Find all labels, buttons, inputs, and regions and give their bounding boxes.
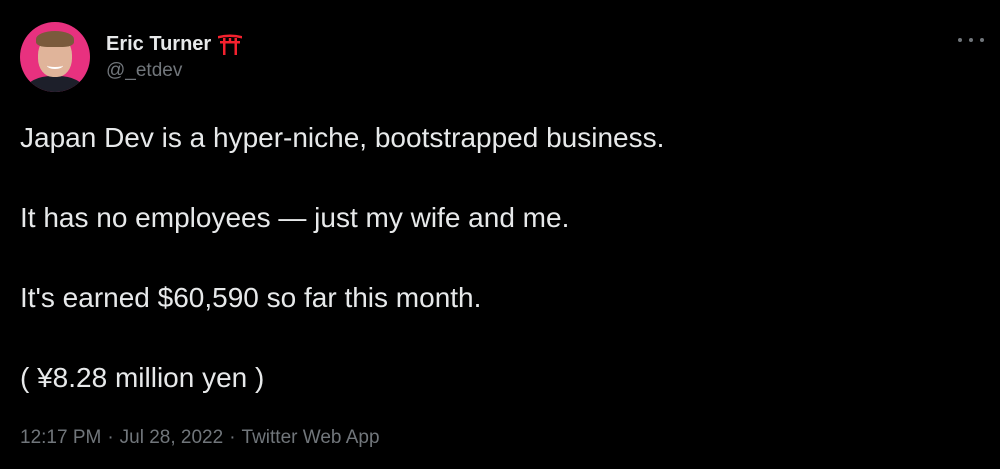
dot <box>958 38 962 42</box>
meta-separator: · <box>107 427 114 448</box>
avatar-smile <box>47 62 63 69</box>
tweet-header: Eric Turner @_etdev <box>20 22 243 92</box>
tweet-text: Japan Dev is a hyper-niche, bootstrapped… <box>20 118 970 438</box>
avatar-hair <box>36 31 74 47</box>
tweet-source[interactable]: Twitter Web App <box>242 427 380 449</box>
display-name[interactable]: Eric Turner <box>106 33 211 56</box>
tweet-card: Eric Turner @_etdev Japan Dev is a hyper… <box>0 0 1000 469</box>
author-names: Eric Turner @_etdev <box>106 33 243 82</box>
dot <box>969 38 973 42</box>
tweet-meta: 12:17 PM · Jul 28, 2022 · Twitter Web Ap… <box>20 427 380 449</box>
tweet-line: It's earned $60,590 so far this month. <box>20 282 482 313</box>
tweet-time[interactable]: 12:17 PM <box>20 427 101 449</box>
tweet-line: It has no employees — just my wife and m… <box>20 202 570 233</box>
tweet-line: Japan Dev is a hyper-niche, bootstrapped… <box>20 122 665 153</box>
torii-gate-icon <box>217 33 243 55</box>
display-name-row: Eric Turner <box>106 33 243 56</box>
author-handle[interactable]: @_etdev <box>106 60 243 82</box>
avatar-shirt <box>26 76 84 92</box>
tweet-line: ( ¥8.28 million yen ) <box>20 362 265 393</box>
avatar[interactable] <box>20 22 90 92</box>
meta-separator: · <box>229 427 236 448</box>
tweet-date[interactable]: Jul 28, 2022 <box>120 427 224 449</box>
dot <box>980 38 984 42</box>
more-options-icon[interactable] <box>958 30 984 50</box>
